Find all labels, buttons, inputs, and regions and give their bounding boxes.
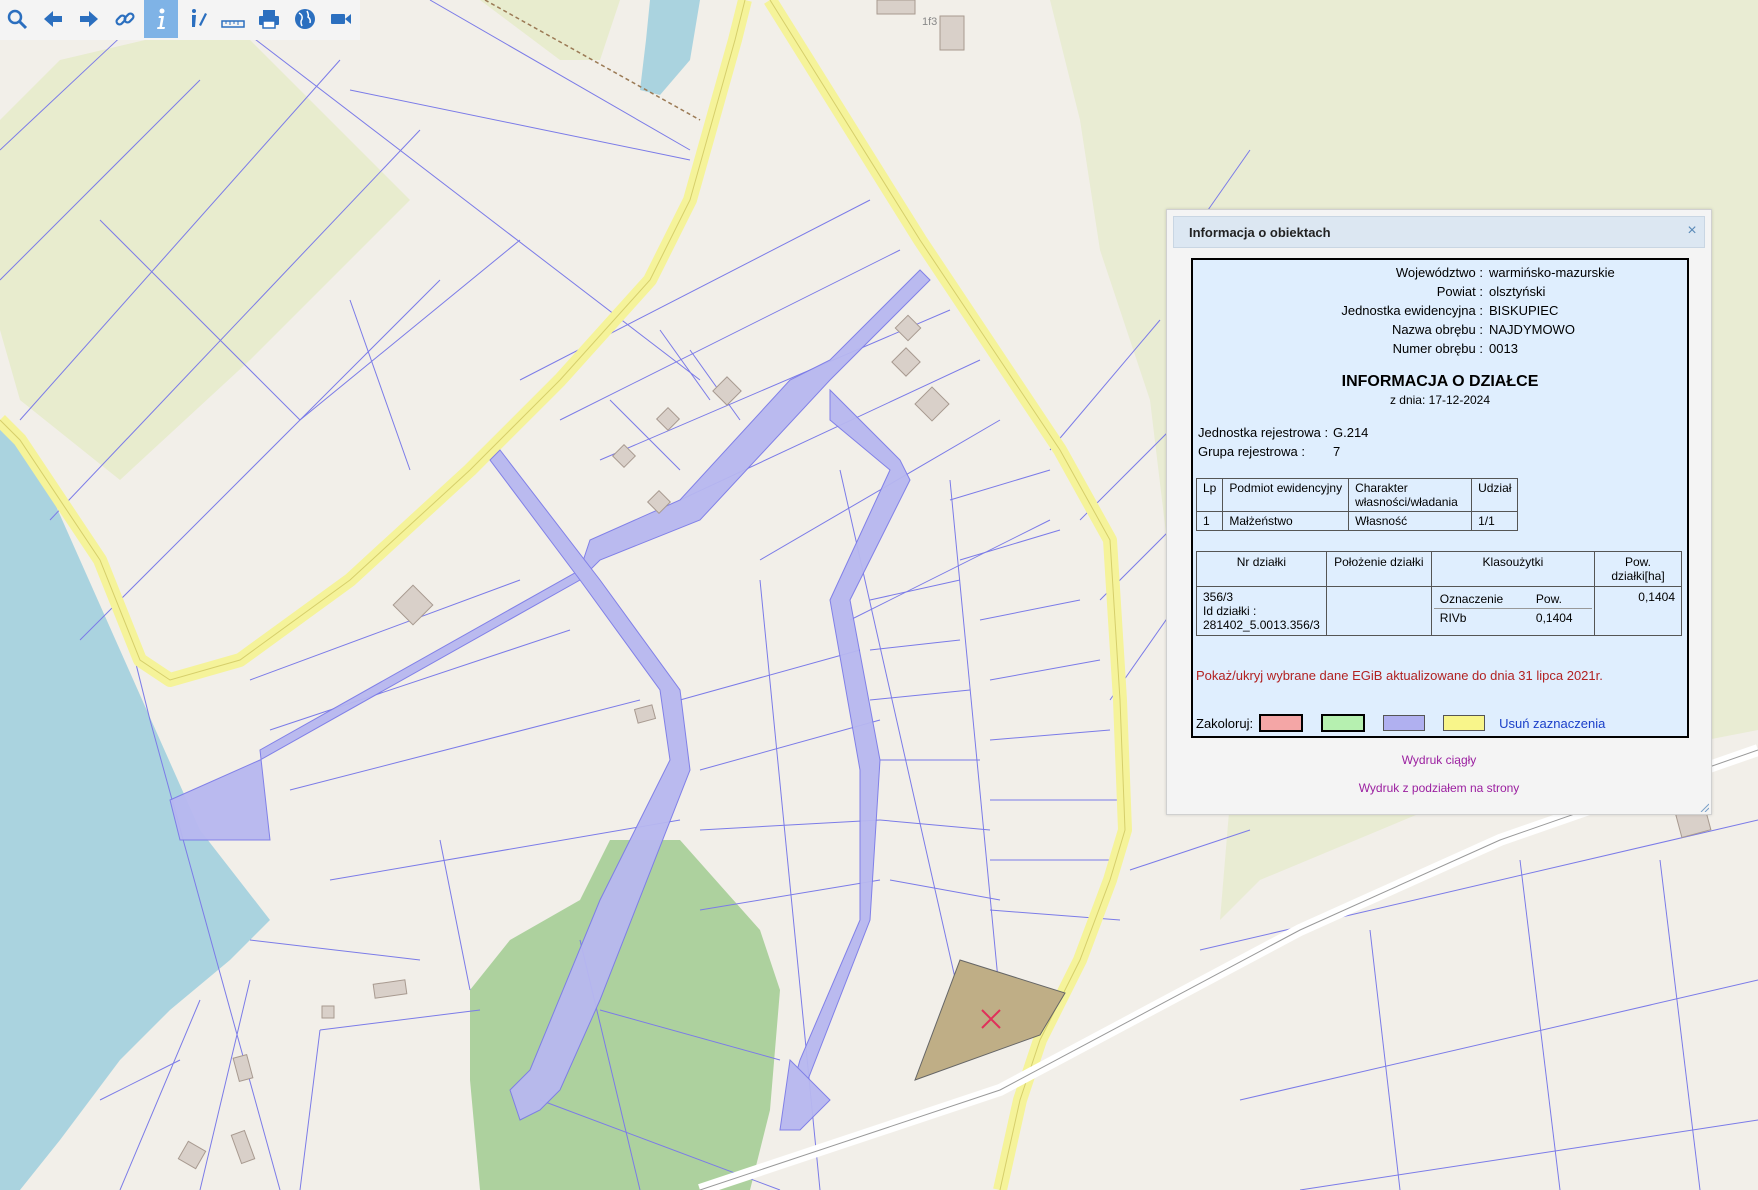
print-icon [259, 10, 279, 29]
registry-group-label: Grupa rejestrowa : [1198, 444, 1305, 459]
globe-button[interactable] [288, 0, 322, 38]
color-swatch-red[interactable] [1259, 714, 1304, 732]
measure-ruler-icon [221, 20, 245, 28]
parcel-table: Nr działki Położenie działki Klasoużytki… [1196, 551, 1682, 636]
back-arrow-icon [44, 11, 62, 27]
table-row: RIVb 0,1404 [1439, 611, 1573, 625]
info-button[interactable] [144, 0, 178, 38]
color-swatch-green[interactable] [1321, 714, 1366, 732]
info-icon [157, 8, 165, 29]
video-camera-icon [331, 14, 351, 24]
info-title: INFORMACJA O DZIAŁCE [1341, 373, 1539, 390]
zoom-button[interactable] [0, 0, 34, 38]
dialog-titlebar[interactable]: Informacja o obiektach × [1173, 216, 1705, 248]
land-class-table: Oznaczenie Pow. RIVb 0,1404 [1433, 590, 1592, 627]
print-paged-link[interactable]: Wydruk z podziałem na strony [1167, 781, 1711, 795]
egib-toggle-link[interactable]: Pokaż/ukryj wybrane dane EGiB aktualizow… [1196, 668, 1603, 683]
parcel-number: 356/3 [1203, 590, 1234, 604]
parcel-polozenie [1325, 586, 1432, 636]
colorize-row: Zakoloruj: Usuń zaznaczenia [1196, 714, 1605, 732]
forward-arrow-icon [80, 11, 98, 27]
zoom-icon [7, 9, 28, 30]
owner-col-udzial: Udział [1471, 478, 1519, 512]
parcel-area: 0,1404 [1594, 586, 1682, 636]
parcel-info-panel: Województwo : warmińsko-mazurskie Powiat… [1191, 258, 1689, 738]
object-info-dialog[interactable]: Informacja o obiektach × Województwo : w… [1166, 209, 1712, 815]
parcel-col-klasouzytki: Klasoużytki [1430, 551, 1596, 587]
owner-col-charakter: Charakter własności/władania [1348, 478, 1473, 512]
resize-grip-icon[interactable] [1699, 802, 1709, 812]
parcel-col-nr: Nr działki [1196, 551, 1327, 587]
house-number-label: 1f3 [922, 16, 938, 28]
parcel-id: 281402_5.0013.356/3 [1203, 618, 1320, 632]
link-icon [115, 12, 135, 26]
registry-unit-label: Jednostka rejestrowa : [1198, 425, 1329, 440]
registry-unit-value: G.214 [1333, 425, 1369, 440]
map-toolbar [0, 0, 360, 40]
dialog-title: Informacja o obiektach [1189, 225, 1331, 240]
color-swatch-yellow[interactable] [1443, 715, 1486, 731]
owner-table: Lp Podmiot ewidencyjny Charakter własnoś… [1195, 478, 1519, 531]
registry-group-value: 7 [1333, 444, 1341, 459]
print-continuous-link[interactable]: Wydruk ciągły [1167, 753, 1711, 767]
close-icon[interactable]: × [1684, 223, 1700, 239]
table-row: 356/3 Id działki : 281402_5.0013.356/3 O… [1196, 586, 1682, 636]
video-button[interactable] [324, 0, 358, 38]
info-edit-icon [192, 9, 207, 27]
parcel-id-label: Id działki : [1203, 604, 1257, 618]
parcel-col-polozenie: Położenie działki [1325, 551, 1432, 587]
parcel-col-pow: Pow. działki[ha] [1594, 551, 1682, 587]
print-button[interactable] [252, 0, 286, 38]
colorize-label: Zakoloruj: [1196, 715, 1254, 731]
owner-table-header: Lp Podmiot ewidencyjny Charakter własnoś… [1195, 478, 1519, 512]
globe-icon [295, 9, 315, 29]
parcel-table-header: Nr działki Położenie działki Klasoużytki… [1196, 551, 1682, 587]
owner-col-podmiot: Podmiot ewidencyjny [1222, 478, 1350, 512]
color-swatch-blue[interactable] [1383, 715, 1426, 731]
table-row: 1 Małżeństwo Własność 1/1 [1195, 511, 1519, 531]
link-button[interactable] [108, 0, 142, 38]
owner-col-lp: Lp [1195, 478, 1224, 512]
info-date: z dnia: 17-12-2024 [1389, 393, 1491, 407]
back-button[interactable] [36, 0, 70, 38]
clear-selection-link[interactable]: Usuń zaznaczenia [1499, 716, 1605, 731]
info-edit-button[interactable] [180, 0, 214, 38]
measure-button[interactable] [216, 0, 250, 38]
forward-button[interactable] [72, 0, 106, 38]
